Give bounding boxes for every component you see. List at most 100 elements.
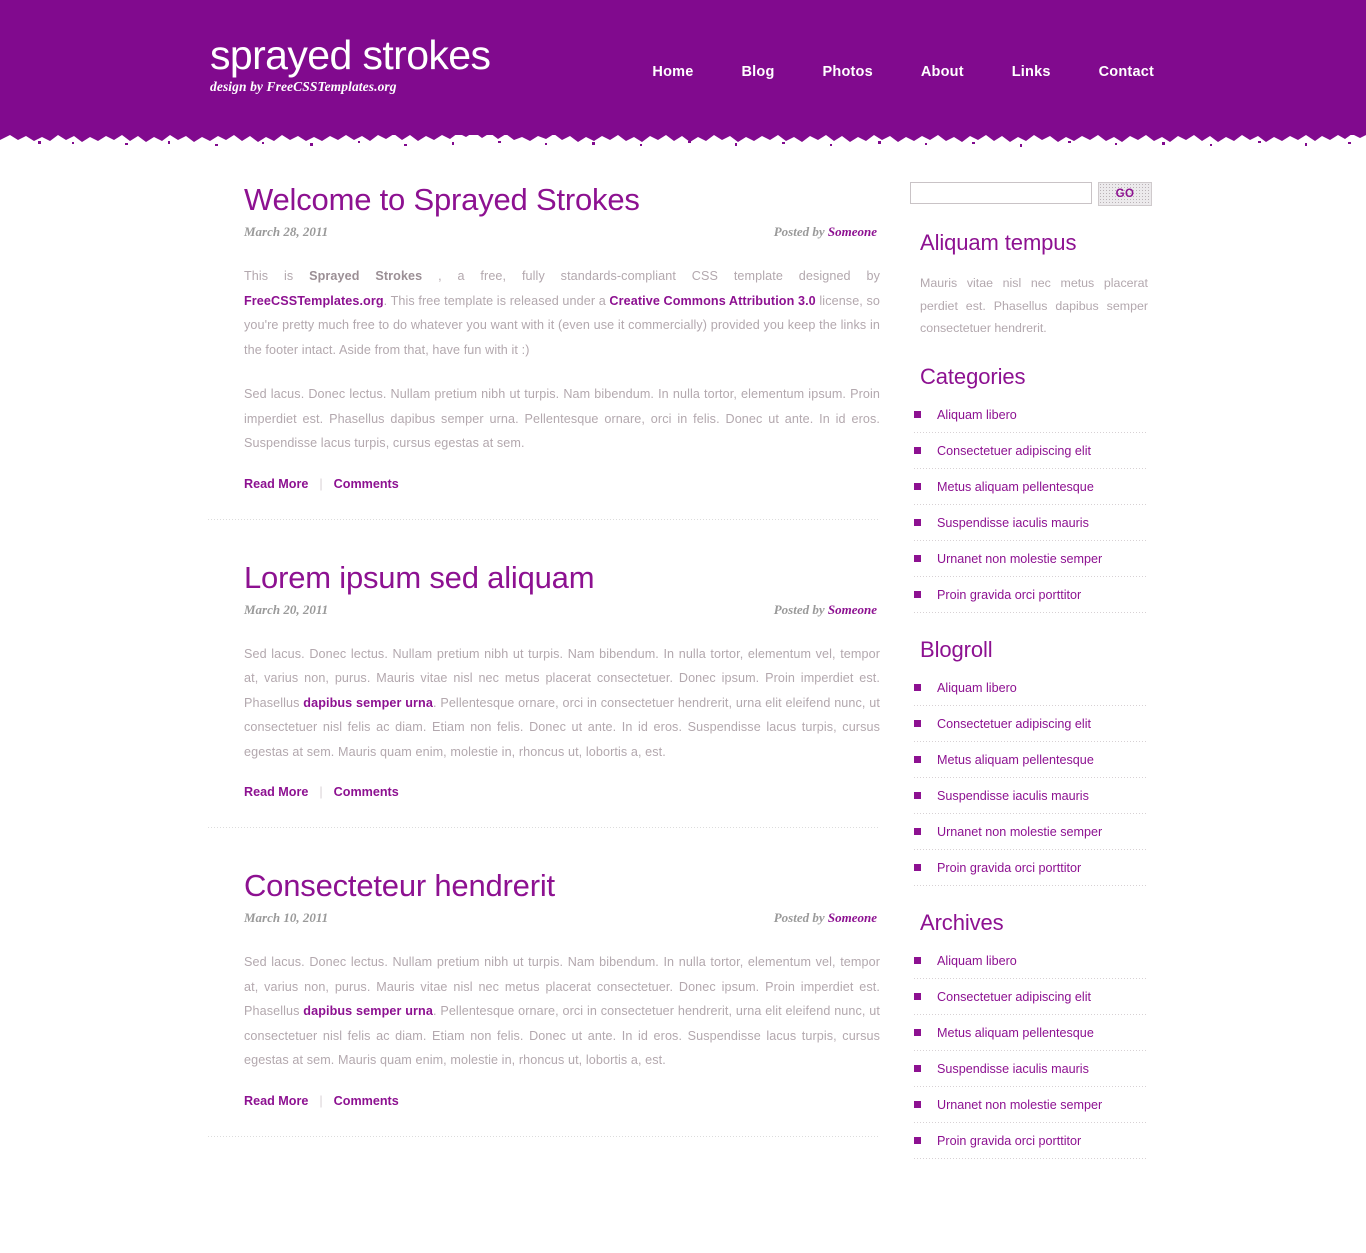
square-bullet-icon	[914, 1100, 921, 1108]
nav-item-photos[interactable]: Photos	[799, 64, 897, 80]
author-name[interactable]: Someone	[828, 224, 877, 239]
nav-item-blog[interactable]: Blog	[718, 64, 799, 80]
text-fragment: This is	[244, 269, 310, 283]
post-links: Read More | Comments	[244, 477, 880, 491]
archive-link[interactable]: Aliquam libero	[937, 953, 1017, 969]
post-paragraph: This is Sprayed Strokes , a free, fully …	[244, 264, 880, 362]
blogroll-link[interactable]: Metus aliquam pellentesque	[937, 752, 1094, 768]
post-meta: March 28, 2011 Posted by Someone	[244, 224, 880, 240]
category-link[interactable]: Suspendisse iaculis mauris	[937, 515, 1089, 531]
square-bullet-icon	[914, 1064, 921, 1072]
comments-link[interactable]: Comments	[334, 477, 399, 491]
post-paragraph: Sed lacus. Donec lectus. Nullam pretium …	[244, 387, 880, 450]
site-title: sprayed strokes	[210, 32, 491, 78]
read-more-link[interactable]: Read More	[244, 785, 308, 799]
text-fragment: , a free, fully standards-compliant CSS …	[422, 269, 880, 283]
archive-link[interactable]: Suspendisse iaculis mauris	[937, 1061, 1089, 1077]
author-name[interactable]: Someone	[828, 602, 877, 617]
text-emphasis: Sprayed Strokes	[309, 269, 423, 283]
post-article: Consecteteur hendrerit March 10, 2011 Po…	[208, 868, 880, 1108]
sidebar-heading: Aliquam tempus	[920, 230, 1077, 255]
list-item: Consectetuer adipiscing elit	[914, 987, 1146, 1015]
archive-link[interactable]: Urnanet non molestie semper	[937, 1097, 1102, 1113]
list-item: Urnanet non molestie semper	[914, 1095, 1146, 1123]
square-bullet-icon	[914, 446, 921, 454]
inline-link[interactable]: dapibus semper urna	[303, 696, 433, 710]
sidebar-heading: Archives	[920, 909, 1004, 935]
categories-list: Aliquam libero Consectetuer adipiscing e…	[914, 405, 1146, 613]
link-separator: |	[319, 785, 323, 799]
nav-item-about[interactable]: About	[897, 64, 988, 80]
square-bullet-icon	[914, 410, 921, 418]
archive-link[interactable]: Consectetuer adipiscing elit	[937, 989, 1091, 1005]
blogroll-link[interactable]: Suspendisse iaculis mauris	[937, 788, 1089, 804]
square-bullet-icon	[914, 590, 921, 598]
link-separator: |	[319, 1093, 323, 1108]
site-logo[interactable]: sprayed strokes design by FreeCSSTemplat…	[208, 0, 491, 95]
read-more-link[interactable]: Read More	[244, 1094, 308, 1108]
search-input[interactable]	[910, 182, 1092, 204]
list-item: Suspendisse iaculis mauris	[914, 513, 1146, 541]
list-item: Metus aliquam pellentesque	[914, 477, 1146, 505]
blogroll-link[interactable]: Urnanet non molestie semper	[937, 824, 1102, 840]
comments-link[interactable]: Comments	[334, 1094, 399, 1108]
post-author: Posted by Someone	[774, 602, 877, 618]
square-bullet-icon	[914, 554, 921, 562]
archives-list: Aliquam libero Consectetuer adipiscing e…	[914, 951, 1146, 1159]
read-more-link[interactable]: Read More	[244, 477, 308, 491]
site-tagline: design by FreeCSSTemplates.org	[210, 79, 397, 94]
list-item: Proin gravida orci porttitor	[914, 585, 1146, 613]
post-divider	[208, 1135, 880, 1137]
list-item: Consectetuer adipiscing elit	[914, 441, 1146, 469]
license-link[interactable]: Creative Commons Attribution 3.0	[609, 294, 815, 308]
archive-link[interactable]: Proin gravida orci porttitor	[937, 1133, 1081, 1149]
list-item: Suspendisse iaculis mauris	[914, 1059, 1146, 1087]
nav-item-contact[interactable]: Contact	[1075, 64, 1158, 80]
sidebar-section-categories: Categories Aliquam libero Consectetuer a…	[910, 364, 1158, 613]
post-meta: March 10, 2011 Posted by Someone	[244, 910, 880, 926]
search-go-button[interactable]: GO	[1098, 182, 1152, 206]
nav-item-links[interactable]: Links	[988, 64, 1075, 80]
inline-link[interactable]: dapibus semper urna	[303, 1004, 433, 1018]
square-bullet-icon	[914, 791, 921, 799]
sidebar-section-about: Aliquam tempus Mauris vitae nisl nec met…	[910, 230, 1158, 340]
archive-link[interactable]: Metus aliquam pellentesque	[937, 1025, 1094, 1041]
category-link[interactable]: Proin gravida orci porttitor	[937, 587, 1081, 603]
posted-by-label: Posted by	[773, 601, 825, 617]
sidebar-section-blogroll: Blogroll Aliquam libero Consectetuer adi…	[910, 637, 1158, 886]
square-bullet-icon	[914, 827, 921, 835]
posted-by-label: Posted by	[773, 910, 825, 925]
list-item: Urnanet non molestie semper	[914, 549, 1146, 577]
author-name[interactable]: Someone	[828, 910, 877, 925]
search-form: GO	[910, 182, 1158, 206]
post-body: This is Sprayed Strokes , a free, fully …	[244, 264, 880, 456]
category-link[interactable]: Metus aliquam pellentesque	[937, 479, 1094, 495]
page-body: Welcome to Sprayed Strokes March 28, 201…	[208, 135, 1158, 1177]
blogroll-link[interactable]: Proin gravida orci porttitor	[937, 860, 1081, 876]
list-item: Suspendisse iaculis mauris	[914, 786, 1146, 814]
category-link[interactable]: Urnanet non molestie semper	[937, 551, 1102, 567]
comments-link[interactable]: Comments	[334, 785, 399, 799]
blogroll-link[interactable]: Aliquam libero	[937, 680, 1017, 696]
square-bullet-icon	[914, 482, 921, 490]
blogroll-link[interactable]: Consectetuer adipiscing elit	[937, 716, 1091, 732]
list-item: Metus aliquam pellentesque	[914, 750, 1146, 778]
main-content: Welcome to Sprayed Strokes March 28, 201…	[208, 182, 890, 1177]
post-author: Posted by Someone	[774, 224, 877, 240]
square-bullet-icon	[914, 1136, 921, 1144]
post-article: Lorem ipsum sed aliquam March 20, 2011 P…	[208, 560, 880, 800]
post-title[interactable]: Lorem ipsum sed aliquam	[244, 560, 880, 596]
freecsstemplates-link[interactable]: FreeCSSTemplates.org	[244, 294, 384, 308]
category-link[interactable]: Aliquam libero	[937, 407, 1017, 423]
post-title[interactable]: Welcome to Sprayed Strokes	[244, 182, 880, 218]
category-link[interactable]: Consectetuer adipiscing elit	[937, 443, 1091, 459]
list-item: Proin gravida orci porttitor	[914, 858, 1146, 886]
post-title[interactable]: Consecteteur hendrerit	[244, 868, 880, 904]
post-links: Read More | Comments	[244, 785, 880, 799]
nav-item-home[interactable]: Home	[628, 64, 717, 80]
site-header: sprayed strokes design by FreeCSSTemplat…	[0, 0, 1366, 147]
square-bullet-icon	[914, 1028, 921, 1036]
post-author: Posted by Someone	[774, 910, 877, 926]
post-links: Read More | Comments	[244, 1094, 880, 1108]
sidebar-heading: Blogroll	[920, 636, 993, 662]
